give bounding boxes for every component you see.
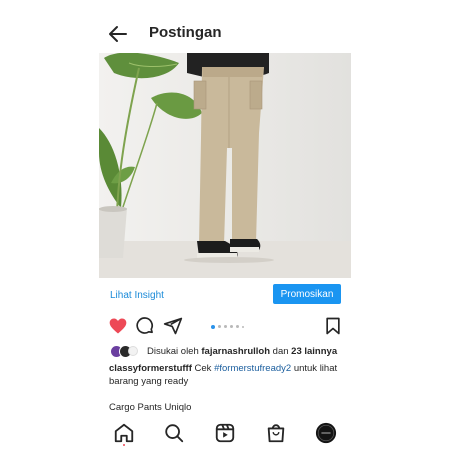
reels-icon[interactable]	[214, 422, 236, 444]
send-icon[interactable]	[163, 316, 183, 336]
back-arrow-icon[interactable]	[106, 22, 130, 46]
top-bar: Postingan	[0, 0, 450, 50]
comment-icon[interactable]	[135, 316, 155, 336]
liker-avatars	[110, 345, 144, 358]
likes-prefix: Disukai oleh	[147, 346, 199, 357]
caption-hashtag[interactable]: #formerstufready2	[214, 363, 291, 374]
carousel-dot	[230, 325, 233, 328]
home-icon[interactable]	[113, 422, 135, 444]
post-caption: classyformerstufff Cek #formerstufready2…	[109, 362, 349, 388]
likes-summary[interactable]: Disukai oleh fajarnashrulloh dan 23 lain…	[99, 345, 359, 359]
post-title-line: Cargo Pants Uniqlo	[109, 402, 192, 413]
likes-others[interactable]: 23 lainnya	[291, 346, 337, 357]
carousel-dot	[218, 325, 221, 328]
carousel-dot	[242, 325, 244, 328]
post-photo-illustration	[99, 53, 351, 278]
search-icon[interactable]	[163, 422, 185, 444]
insight-bar: Lihat Insight Promosikan	[99, 280, 351, 310]
liker-username[interactable]: fajarnashrulloh	[201, 346, 270, 357]
avatar	[128, 346, 138, 356]
caption-text-before: Cek	[194, 363, 212, 374]
caption-username[interactable]: classyformerstufff	[109, 363, 192, 374]
home-active-dot	[123, 444, 125, 446]
shop-icon[interactable]	[265, 422, 287, 444]
page-title: Postingan	[149, 24, 222, 41]
post-photo[interactable]	[99, 53, 351, 278]
view-insights-link[interactable]: Lihat Insight	[110, 290, 164, 301]
carousel-dot	[211, 324, 215, 329]
action-bar	[99, 316, 351, 338]
carousel-dot	[224, 325, 227, 328]
promote-button[interactable]: Promosikan	[273, 284, 341, 304]
carousel-dot	[236, 325, 239, 328]
profile-avatar[interactable]	[315, 422, 337, 444]
bottom-navigation	[99, 422, 351, 446]
likes-text: Disukai oleh fajarnashrulloh dan 23 lain…	[147, 346, 337, 357]
heart-filled-icon[interactable]	[108, 316, 128, 336]
bookmark-icon[interactable]	[323, 316, 343, 336]
likes-joiner: dan	[272, 346, 289, 357]
